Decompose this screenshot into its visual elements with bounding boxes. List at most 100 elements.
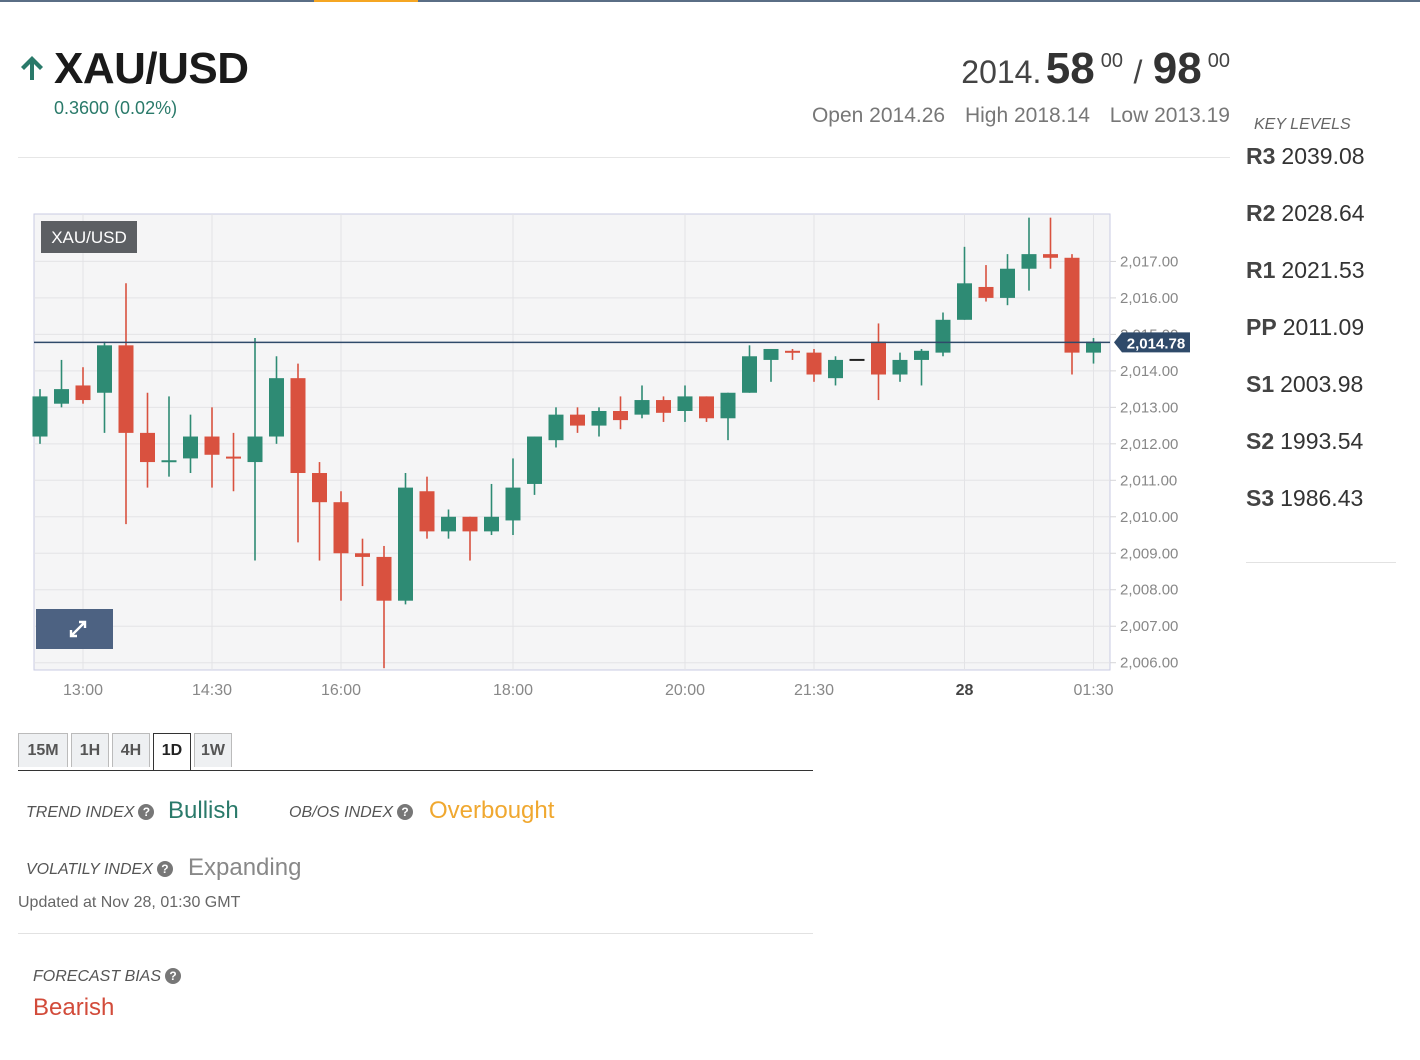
key-level-value: 2039.08 [1281,143,1365,169]
candle-body [118,345,134,433]
y-tick-label: 2,007.00 [1120,618,1178,635]
x-tick-label: 18:00 [493,682,533,699]
candle-body [1000,268,1015,298]
ask-sup: 00 [1207,50,1230,72]
candle-body [570,414,585,426]
key-level-name: R2 [1246,200,1276,226]
volatility-index-value: Expanding [188,854,302,881]
candle-body [720,392,736,419]
key-level-value: 1993.54 [1280,428,1364,454]
low-value: Low 2013.19 [1109,104,1230,127]
key-level-value: 2021.53 [1281,257,1365,283]
open-high-low: Open 2014.26 High 2018.14 Low 2013.19 [798,104,1230,128]
candle-body [935,319,951,353]
candle-body [183,436,198,459]
x-tick-label: 28 [956,682,974,699]
ask-big: 98 [1152,44,1202,93]
candle-body [699,396,714,419]
key-level-s1: S1 2003.98 [1246,370,1396,427]
candle-body [312,473,327,503]
price-slash: / [1133,54,1143,90]
key-level-name: R1 [1246,257,1276,283]
question-circle-icon[interactable]: ? [165,967,182,984]
bid-prefix: 2014. [961,54,1042,90]
candle-body [548,414,564,441]
forecast-bias-label: FORECAST BIAS? [33,967,182,986]
key-level-r2: R2 2028.64 [1246,199,1396,256]
key-level-name: S2 [1246,428,1275,454]
obos-index-label: OB/OS INDEX? [289,803,414,822]
candle-body [957,283,972,320]
indices-divider [18,933,813,934]
tab-1w[interactable]: 1W [194,733,232,767]
question-circle-icon[interactable]: ? [138,803,155,820]
volatility-index-label: VOLATILY INDEX? [26,860,173,879]
candle-body [290,378,306,474]
y-tick-label: 2,008.00 [1120,582,1178,599]
y-tick-label: 2,012.00 [1120,436,1178,453]
candle-body [634,400,650,415]
candle-body [613,410,628,421]
candle-body [32,396,48,437]
price-change: 0.3600 (0.02%) [54,98,178,118]
candle-body [1064,257,1080,353]
key-levels-panel: KEY LEVELS R3 2039.08 R2 2028.64 R1 2021.53 PP… [1246,116,1396,541]
question-circle-icon[interactable]: ? [156,860,173,877]
y-tick-label: 2,014.00 [1120,363,1178,380]
candlestick-chart[interactable]: 2,017.002,016.002,015.002,014.002,013.00… [0,200,1230,710]
top-border [0,0,1420,2]
candle-body [247,436,263,463]
header-divider [18,157,1230,158]
timeframe-tabs: 15M 1H 4H 1D 1W [18,733,813,771]
tab-15m[interactable]: 15M [18,733,68,767]
candle-body [419,491,435,532]
x-tick-label: 16:00 [321,682,361,699]
candle-body [75,385,91,401]
up-arrow-icon [21,56,43,80]
candle-body [398,487,413,601]
candle-body [1043,254,1058,258]
price-chart[interactable]: 2,017.002,016.002,015.002,014.002,013.00… [0,200,1230,710]
y-tick-label: 2,017.00 [1120,253,1178,270]
x-tick-label: 14:30 [192,682,232,699]
candle-body [355,553,370,557]
bid-ask-price: 2014. 58 00 / 98 00 [961,44,1230,94]
question-circle-icon[interactable]: ? [397,803,414,820]
candle-body [828,359,843,379]
candle-body [97,345,112,393]
key-level-s3: S3 1986.43 [1246,484,1396,541]
candle-body [742,356,757,393]
candle-body [484,516,499,532]
x-tick-label: 21:30 [794,682,834,699]
candle-body [1021,254,1037,269]
key-level-name: S1 [1246,371,1275,397]
candle-body [54,389,69,404]
candle-body [226,456,241,459]
key-level-value: 2011.09 [1282,314,1365,340]
bid-big: 58 [1045,44,1095,93]
tab-1h[interactable]: 1H [71,733,109,767]
key-levels-divider [1246,562,1396,563]
candle-body [527,436,542,484]
key-level-name: S3 [1246,485,1275,511]
expand-button[interactable] [36,609,113,649]
key-level-value: 1986.43 [1280,485,1364,511]
y-tick-label: 2,006.00 [1120,655,1178,672]
x-tick-label: 13:00 [63,682,103,699]
candle-body [269,378,284,437]
y-tick-label: 2,009.00 [1120,545,1178,562]
tab-4h[interactable]: 4H [112,733,150,767]
chart-symbol-label: XAU/USD [51,228,127,247]
x-tick-label: 20:00 [665,682,705,699]
key-level-name: R3 [1246,143,1276,169]
candle-body [462,516,478,532]
candle-body [140,432,155,463]
tab-1d[interactable]: 1D [153,733,191,770]
forecast-bias-value: Bearish [33,994,115,1021]
candle-body [204,436,220,455]
y-tick-label: 2,010.00 [1120,509,1178,526]
candle-body [376,556,392,601]
y-tick-label: 2,013.00 [1120,399,1178,416]
key-level-pp: PP 2011.09 [1246,313,1396,370]
key-levels-title: KEY LEVELS [1254,116,1351,133]
